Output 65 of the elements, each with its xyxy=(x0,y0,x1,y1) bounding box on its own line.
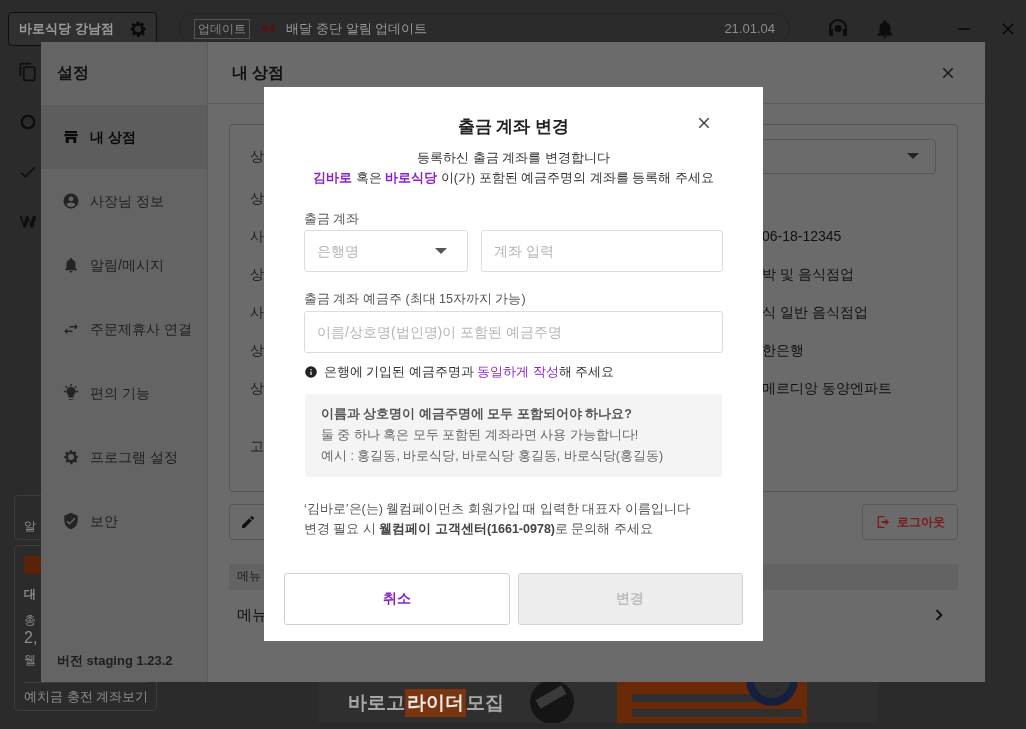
dialog-subtitle: 등록하신 출금 계좌를 변경합니다 xyxy=(417,149,610,167)
store-button[interactable]: 바로식당 강남점 xyxy=(8,11,158,46)
info-icon xyxy=(304,365,318,380)
settings-menu-item[interactable]: 주문제휴사 연결 xyxy=(41,297,207,361)
field-value: 식 일반 음식점업 xyxy=(762,302,868,322)
lightbulb-icon xyxy=(62,384,80,402)
field-label: 고 xyxy=(250,437,264,454)
field-value: 06-18-12345 xyxy=(762,226,842,246)
settings-icon xyxy=(62,448,80,466)
settings-title: 설정 xyxy=(56,63,90,83)
settings-menu-item[interactable]: 내 상점 xyxy=(41,105,207,169)
note-text: 변경 필요 시 웰컴페이 고객센터(1661-0978)로 문의해 주세요 xyxy=(304,520,653,538)
banner-text: 바로고 xyxy=(348,690,405,715)
hint-text: 은행에 기입된 예금주명과 동일하게 작성해 주세요 xyxy=(324,364,615,381)
menu-row-title: 메뉴 xyxy=(237,605,267,625)
version-text: 버전 staging 1.23.2 xyxy=(56,651,174,670)
store-icon xyxy=(62,128,80,146)
faq-answer: 둘 중 하나 혹은 모두 포함된 계좌라면 사용 가능합니다! xyxy=(321,426,640,444)
field-label: 출금 계좌 예금주 (최대 15자까지 가능) xyxy=(304,291,526,309)
wallet-footer: 웰 xyxy=(24,652,36,668)
pencil-icon xyxy=(240,514,256,530)
field-label: 출금 계좌 xyxy=(304,210,360,228)
card-label: 알 xyxy=(24,518,36,534)
field-label: 상 xyxy=(250,379,264,396)
settings-menu-item[interactable]: 프로그램 설정 xyxy=(41,425,207,489)
page-title: 내 상점 xyxy=(232,62,285,83)
faq-question: 이름과 상호명이 예금주명에 모두 포함되어야 하나요? xyxy=(321,405,633,423)
banner-text: 모집 xyxy=(466,690,504,715)
wallet-label: 총 xyxy=(24,612,36,628)
copy-icon[interactable] xyxy=(18,62,38,82)
field-label: 상 xyxy=(250,147,264,164)
notice-text: 배달 중단 알림 업데이트 xyxy=(286,19,428,38)
settings-menu-item[interactable]: 사장님 정보 xyxy=(41,169,207,233)
notice-date: 21.01.04 xyxy=(724,19,775,38)
holder-input[interactable]: 이름/상호명(법인명)이 포함된 예금주명 xyxy=(304,311,723,353)
instruction-text: 김바로 혹은 바로식당 이(가) 포함된 예금주명의 계좌를 등록해 주세요 xyxy=(313,169,714,187)
note-text: ‘김바로’은(는) 웰컴페이먼츠 회원가입 때 입력한 대표자 이름입니다 xyxy=(304,500,690,518)
field-label: 사 xyxy=(250,227,264,244)
bank-select[interactable]: 은행명 xyxy=(304,230,468,273)
field-label: 상 xyxy=(250,189,264,206)
wallet-title: 대 xyxy=(24,586,36,602)
caret-icon xyxy=(907,153,919,159)
wallet-logo-icon xyxy=(24,556,42,574)
account-input[interactable]: 계좌 입력 xyxy=(481,230,723,273)
logout-button[interactable]: 로그아웃 xyxy=(862,504,958,540)
logout-icon xyxy=(875,514,891,530)
field-label: 상 xyxy=(250,265,264,282)
caret-icon xyxy=(435,248,447,255)
settings-menu-item[interactable]: 편의 기능 xyxy=(41,361,207,425)
settings-menu-item[interactable]: 알림/메시지 xyxy=(41,233,207,297)
field-value: 박 및 음식점업 xyxy=(762,264,854,284)
banner-text: 라이더 xyxy=(405,688,466,717)
faq-example: 예시 : 홍길동, 바로식당, 바로식당 홍길동, 바로식당(홍길동) xyxy=(321,447,665,465)
cancel-button[interactable]: 취소 xyxy=(284,572,510,625)
person-icon xyxy=(62,192,80,210)
field-value: 한은행 xyxy=(762,340,804,360)
field-value: 메르디앙 동양엔파트 xyxy=(762,378,892,398)
field-label: 상 xyxy=(250,341,264,358)
field-label: 사 xyxy=(250,303,264,320)
shield-check-icon xyxy=(62,512,80,530)
settings-menu-item[interactable]: 보안 xyxy=(41,489,207,553)
bell-icon xyxy=(62,256,80,274)
dialog-title: 출금 계좌 변경 xyxy=(457,116,570,138)
update-tag: 업데이트 xyxy=(194,18,251,39)
wallet-amount: 2, xyxy=(24,628,38,648)
